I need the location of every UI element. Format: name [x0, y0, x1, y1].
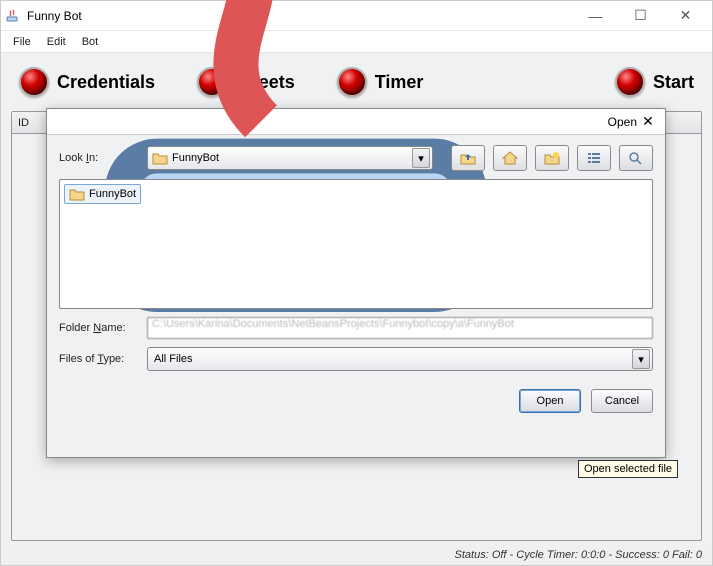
up-folder-button[interactable] — [451, 145, 485, 171]
folder-name-input[interactable]: C:\Users\Karina\Documents\NetBeansProjec… — [147, 317, 653, 339]
file-item-funnybot[interactable]: FunnyBot — [64, 184, 141, 204]
tab-label: Start — [653, 72, 694, 93]
folder-name-row: Folder Name: C:\Users\Karina\Documents\N… — [59, 317, 653, 339]
up-folder-icon — [460, 151, 476, 165]
dialog-title: Open — [608, 115, 637, 129]
tooltip: Open selected file — [578, 460, 678, 478]
folder-icon — [69, 187, 85, 201]
look-in-value: FunnyBot — [172, 152, 219, 164]
open-button[interactable]: Open — [519, 389, 581, 413]
chevron-down-icon[interactable]: ▾ — [632, 349, 650, 369]
look-in-combo[interactable]: FunnyBot ▾ — [147, 146, 433, 170]
file-list[interactable]: FunnyBot — [59, 179, 653, 309]
new-folder-button[interactable] — [535, 145, 569, 171]
statusbar: Status: Off - Cycle Timer: 0:0:0 - Succe… — [1, 545, 712, 565]
cancel-button[interactable]: Cancel — [591, 389, 653, 413]
chevron-down-icon[interactable]: ▾ — [412, 148, 430, 168]
close-button[interactable]: ✕ — [663, 2, 708, 30]
list-view-button[interactable] — [577, 145, 611, 171]
files-type-combo[interactable]: All Files ▾ — [147, 347, 653, 371]
status-text: Status: Off - Cycle Timer: 0:0:0 - Succe… — [455, 549, 702, 561]
menu-file[interactable]: File — [7, 34, 37, 50]
details-view-button[interactable] — [619, 145, 653, 171]
maximize-button[interactable]: ☐ — [618, 2, 663, 30]
look-in-row: Look In: FunnyBot ▾ — [59, 145, 653, 171]
dialog-titlebar: Open ✕ — [47, 109, 665, 135]
tab-start[interactable]: Start — [615, 67, 694, 97]
led-icon — [615, 67, 645, 97]
new-folder-icon — [544, 151, 560, 165]
files-type-label: Files of Type: — [59, 353, 141, 365]
list-view-icon — [586, 151, 602, 165]
details-view-icon — [628, 151, 644, 165]
dialog-buttons: Open Cancel — [59, 379, 653, 413]
look-in-label: Look In: — [59, 152, 141, 164]
dialog-close-button[interactable]: ✕ — [637, 112, 659, 132]
home-icon — [502, 151, 518, 165]
file-item-label: FunnyBot — [89, 188, 136, 200]
led-icon — [19, 67, 49, 97]
java-icon — [5, 8, 21, 24]
folder-icon — [152, 151, 168, 165]
files-type-row: Files of Type: All Files ▾ — [59, 347, 653, 371]
open-dialog: Open ✕ Look In: FunnyBot ▾ FunnyBot — [46, 108, 666, 458]
folder-name-label: Folder Name: — [59, 322, 141, 334]
home-button[interactable] — [493, 145, 527, 171]
files-type-value: All Files — [154, 353, 193, 365]
